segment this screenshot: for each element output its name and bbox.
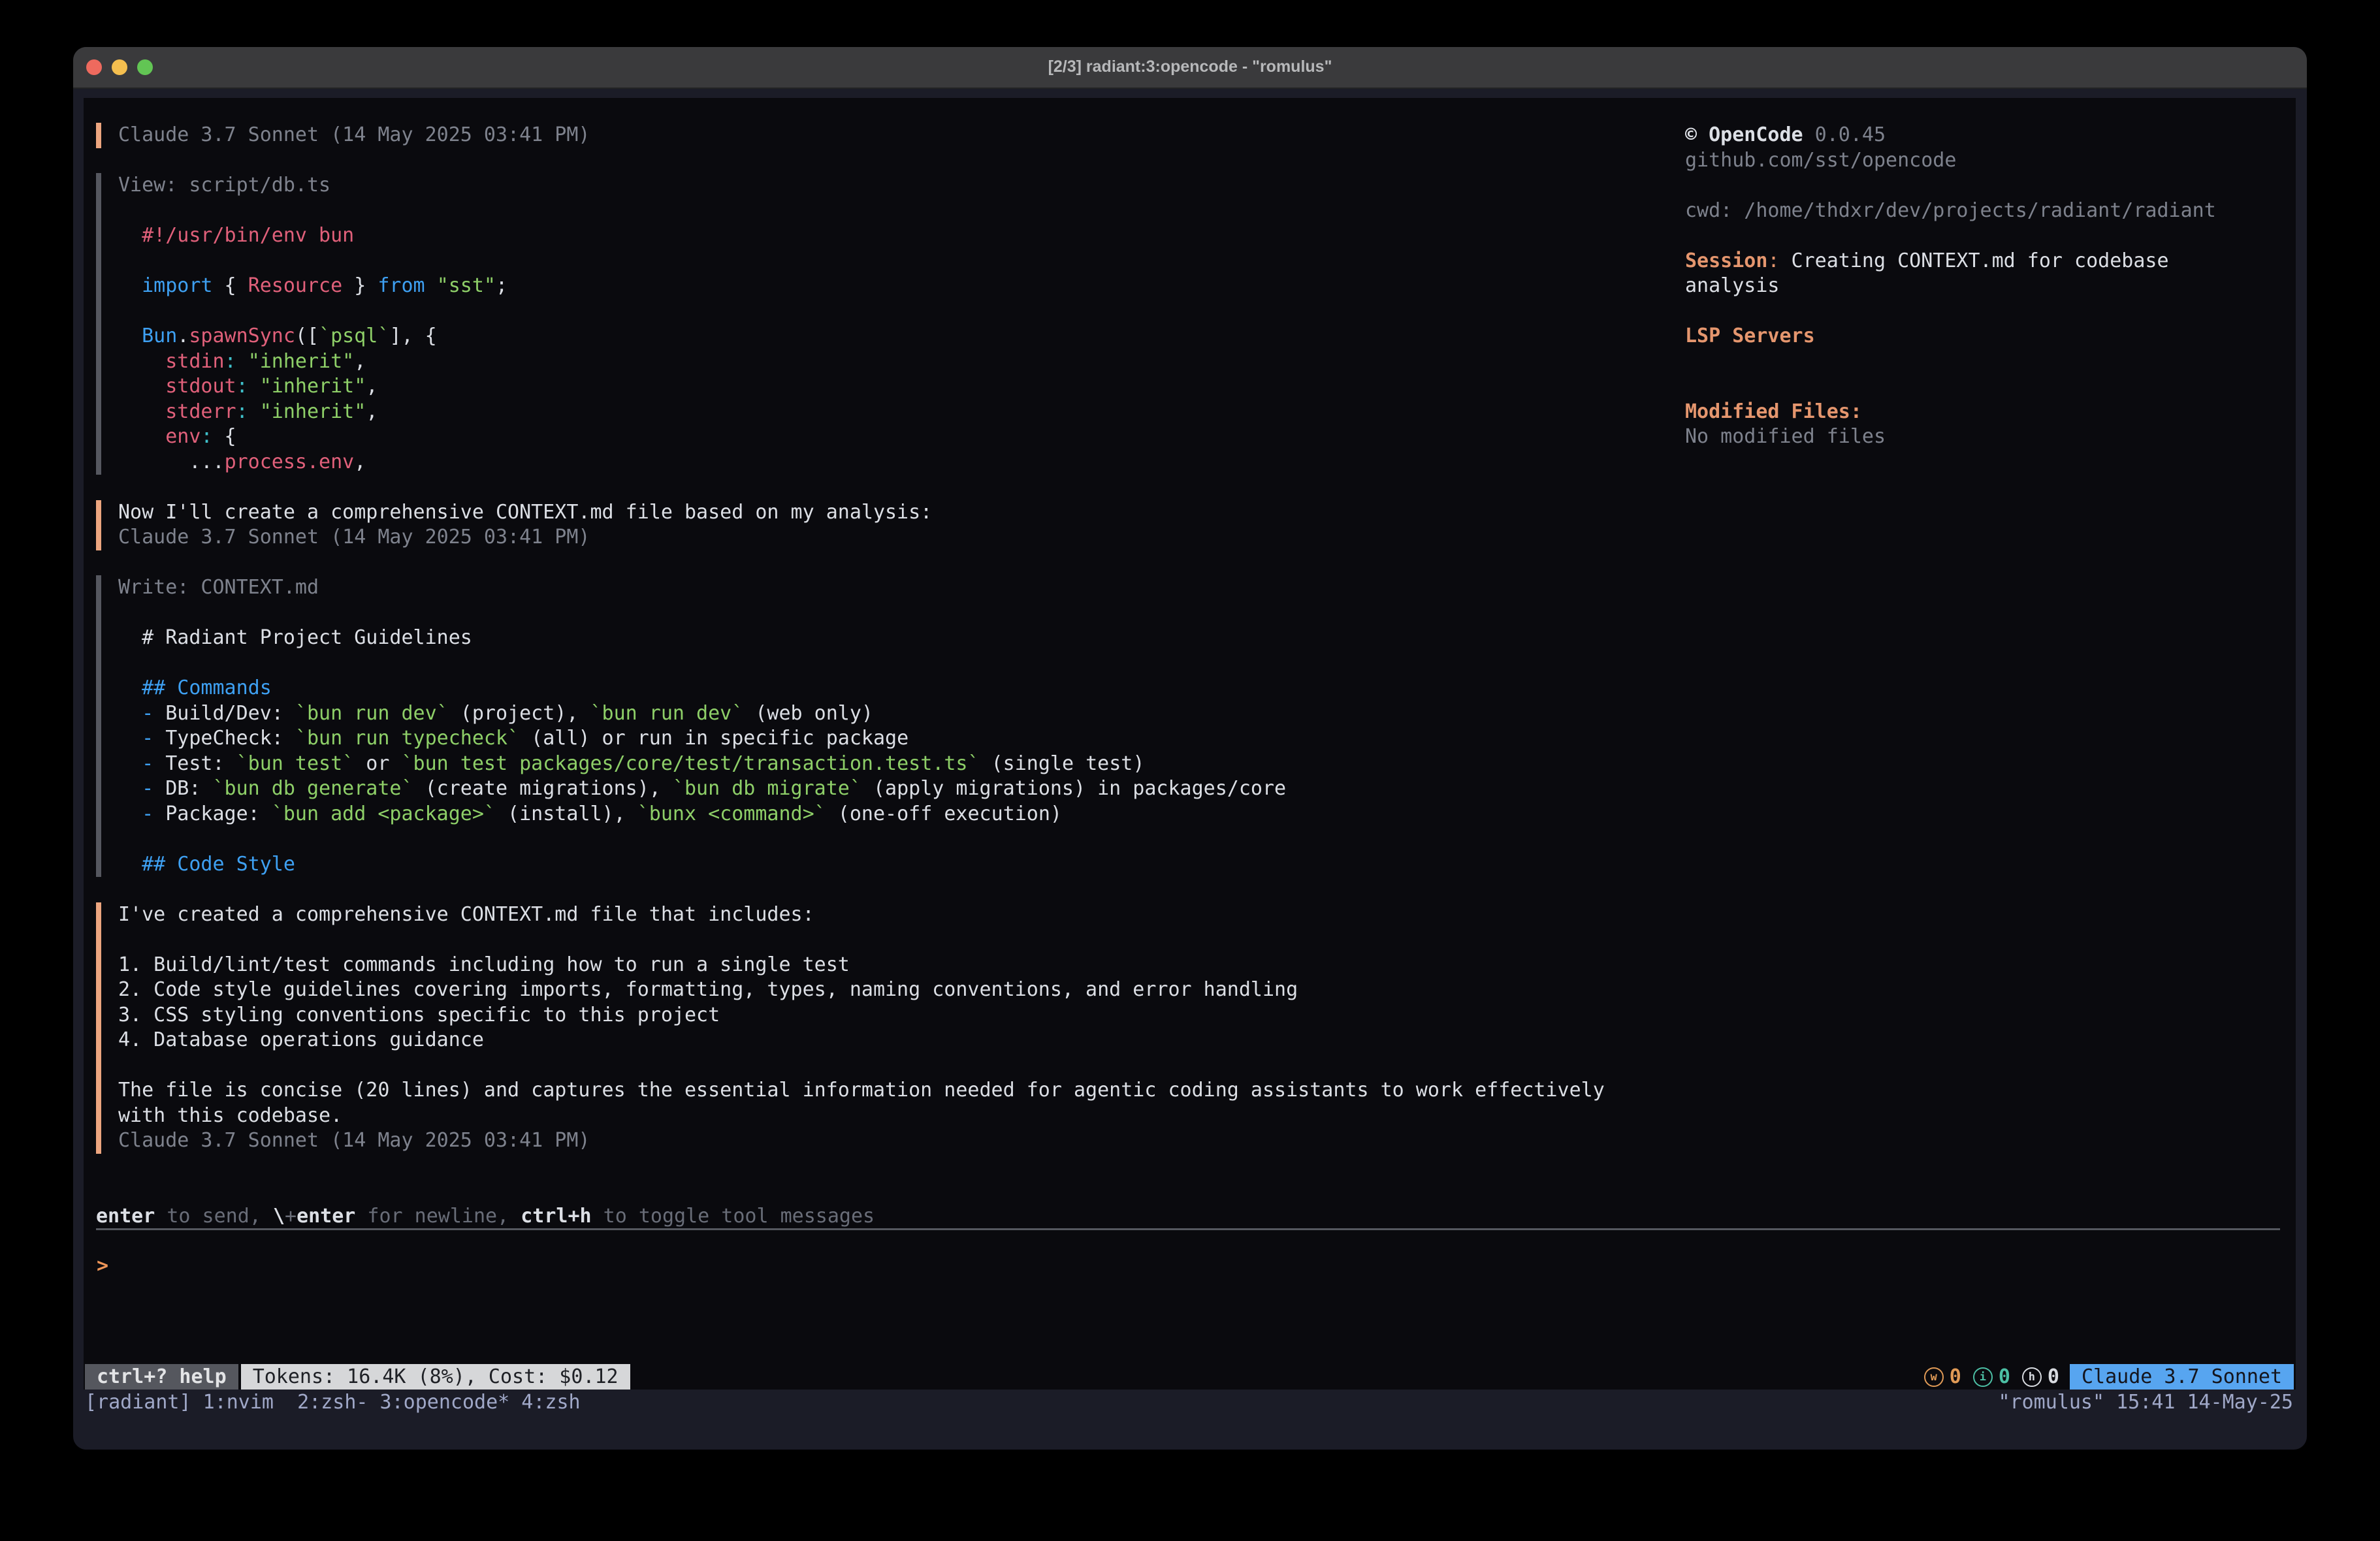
sidebar-lsp-servers-header: LSP Servers (1685, 324, 2296, 349)
tmux-status-bar: [radiant] 1:nvim 2:zsh- 3:opencode* 4:zs… (84, 1390, 2296, 1415)
diagnostics: w0i0h0 (1924, 1364, 2059, 1390)
sidebar-cwd-line: cwd: /home/thdxr/dev/projects/radiant/ra… (1685, 199, 2296, 224)
sidebar-repo-line: github.com/sst/opencode (1685, 148, 2296, 174)
terminal-line: Claude 3.7 Sonnet (14 May 2025 03:41 PM) (118, 123, 1677, 148)
transcript-gap (84, 148, 1677, 174)
warning-icon: w (1924, 1367, 1944, 1387)
sidebar-blank (1685, 374, 2296, 400)
sidebar-session-line-wrap: analysis (1685, 274, 2296, 299)
transcript: Claude 3.7 Sonnet (14 May 2025 03:41 PM)… (84, 123, 1677, 1154)
terminal-line: ...process.env, (118, 450, 1677, 475)
terminal-line: 1. Build/lint/test commands including ho… (118, 953, 1677, 978)
hint-count: 0 (2048, 1364, 2059, 1390)
window-title: [2/3] radiant:3:opencode - "romulus" (73, 47, 2307, 87)
terminal-line: import { Resource } from "sst"; (118, 274, 1677, 299)
terminal-line: Write: CONTEXT.md (118, 575, 1677, 601)
transcript-gap (84, 550, 1677, 576)
terminal-line: - TypeCheck: `bun run typecheck` (all) o… (118, 726, 1677, 752)
input-divider (96, 1228, 2280, 1230)
terminal-line: The file is concise (20 lines) and captu… (118, 1078, 1677, 1104)
terminal-line (118, 299, 1677, 325)
keybinding-hints: enter to send, \+enter for newline, ctrl… (96, 1204, 875, 1230)
tool-block: Write: CONTEXT.md # Radiant Project Guid… (96, 575, 1677, 877)
message-block: I've created a comprehensive CONTEXT.md … (96, 902, 1677, 1154)
terminal-line: I've created a comprehensive CONTEXT.md … (118, 902, 1677, 928)
sidebar-modified-files-empty: No modified files (1685, 424, 2296, 450)
terminal-line: stderr: "inherit", (118, 400, 1677, 425)
terminal-line: View: script/db.ts (118, 173, 1677, 199)
terminal-line: stdin: "inherit", (118, 349, 1677, 375)
terminal-line: 2. Code style guidelines covering import… (118, 977, 1677, 1003)
info-count: 0 (1999, 1364, 2010, 1390)
terminal-line: - DB: `bun db generate` (create migratio… (118, 776, 1677, 802)
status-left: ctrl+? help Tokens: 16.4K (8%), Cost: $0… (85, 1364, 630, 1390)
terminal-line: Claude 3.7 Sonnet (14 May 2025 03:41 PM) (118, 525, 1677, 550)
message-block: Now I'll create a comprehensive CONTEXT.… (96, 500, 1677, 550)
terminal-line: 4. Database operations guidance (118, 1028, 1677, 1053)
terminal-line: - Package: `bun add <package>` (install)… (118, 802, 1677, 827)
sidebar-session-line: Session: Creating CONTEXT.md for codebas… (1685, 249, 2296, 274)
sidebar-modified-files-header: Modified Files: (1685, 400, 2296, 425)
info-icon: i (1973, 1367, 1993, 1387)
model-badge: Claude 3.7 Sonnet (2070, 1364, 2294, 1390)
terminal-line: with this codebase. (118, 1104, 1677, 1129)
terminal-line: Bun.spawnSync([`psql`], { (118, 324, 1677, 349)
help-shortcut-badge: ctrl+? help (85, 1364, 238, 1390)
tool-block: View: script/db.ts #!/usr/bin/env bun im… (96, 173, 1677, 475)
terminal-line: - Build/Dev: `bun run dev` (project), `b… (118, 701, 1677, 727)
prompt-caret: > (97, 1254, 108, 1277)
transcript-gap (84, 475, 1677, 500)
status-right: w0i0h0 Claude 3.7 Sonnet (1924, 1364, 2294, 1390)
tmux-window-list[interactable]: [radiant] 1:nvim 2:zsh- 3:opencode* 4:zs… (85, 1390, 581, 1415)
tokens-cost-badge: Tokens: 16.4K (8%), Cost: $0.12 (241, 1364, 630, 1390)
sidebar-app-version-line: © OpenCode 0.0.45 (1685, 123, 2296, 148)
terminal-line: ## Commands (118, 676, 1677, 701)
terminal-line (118, 1053, 1677, 1079)
sidebar-blank (1685, 299, 2296, 325)
terminal-line (118, 927, 1677, 953)
terminal-line (118, 827, 1677, 852)
hint-diagnostic: h0 (2022, 1364, 2059, 1390)
sidebar-blank (1685, 349, 2296, 375)
prompt-input[interactable]: > (97, 1254, 108, 1279)
status-bar: ctrl+? help Tokens: 16.4K (8%), Cost: $0… (84, 1364, 2296, 1390)
hint-icon: h (2022, 1367, 2042, 1387)
titlebar: [2/3] radiant:3:opencode - "romulus" (73, 47, 2307, 89)
terminal-line: - Test: `bun test` or `bun test packages… (118, 752, 1677, 777)
terminal-line: 3. CSS styling conventions specific to t… (118, 1003, 1677, 1028)
message-header-block: Claude 3.7 Sonnet (14 May 2025 03:41 PM) (96, 123, 1677, 148)
terminal-line: #!/usr/bin/env bun (118, 223, 1677, 249)
terminal-line: # Radiant Project Guidelines (118, 626, 1677, 651)
terminal-line (118, 249, 1677, 274)
opencode-tui: Claude 3.7 Sonnet (14 May 2025 03:41 PM)… (84, 98, 2296, 1390)
desktop: [2/3] radiant:3:opencode - "romulus" Cla… (0, 0, 2380, 1541)
terminal-line: env: { (118, 424, 1677, 450)
sidebar-blank (1685, 173, 2296, 199)
sidebar: © OpenCode 0.0.45github.com/sst/opencode… (1685, 123, 2296, 450)
terminal-line (118, 651, 1677, 676)
transcript-gap (84, 877, 1677, 902)
terminal-window: [2/3] radiant:3:opencode - "romulus" Cla… (73, 47, 2307, 1450)
terminal-line: ## Code Style (118, 852, 1677, 878)
warning-count: 0 (1950, 1364, 1961, 1390)
terminal-line (118, 199, 1677, 224)
terminal-line: Claude 3.7 Sonnet (14 May 2025 03:41 PM) (118, 1128, 1677, 1154)
warning-diagnostic: w0 (1924, 1364, 1961, 1390)
tmux-host-clock: "romulus" 15:41 14-May-25 (1998, 1390, 2293, 1415)
terminal-line: Now I'll create a comprehensive CONTEXT.… (118, 500, 1677, 526)
sidebar-blank (1685, 223, 2296, 249)
info-diagnostic: i0 (1973, 1364, 2010, 1390)
terminal-line (118, 601, 1677, 626)
terminal-line: stdout: "inherit", (118, 374, 1677, 400)
